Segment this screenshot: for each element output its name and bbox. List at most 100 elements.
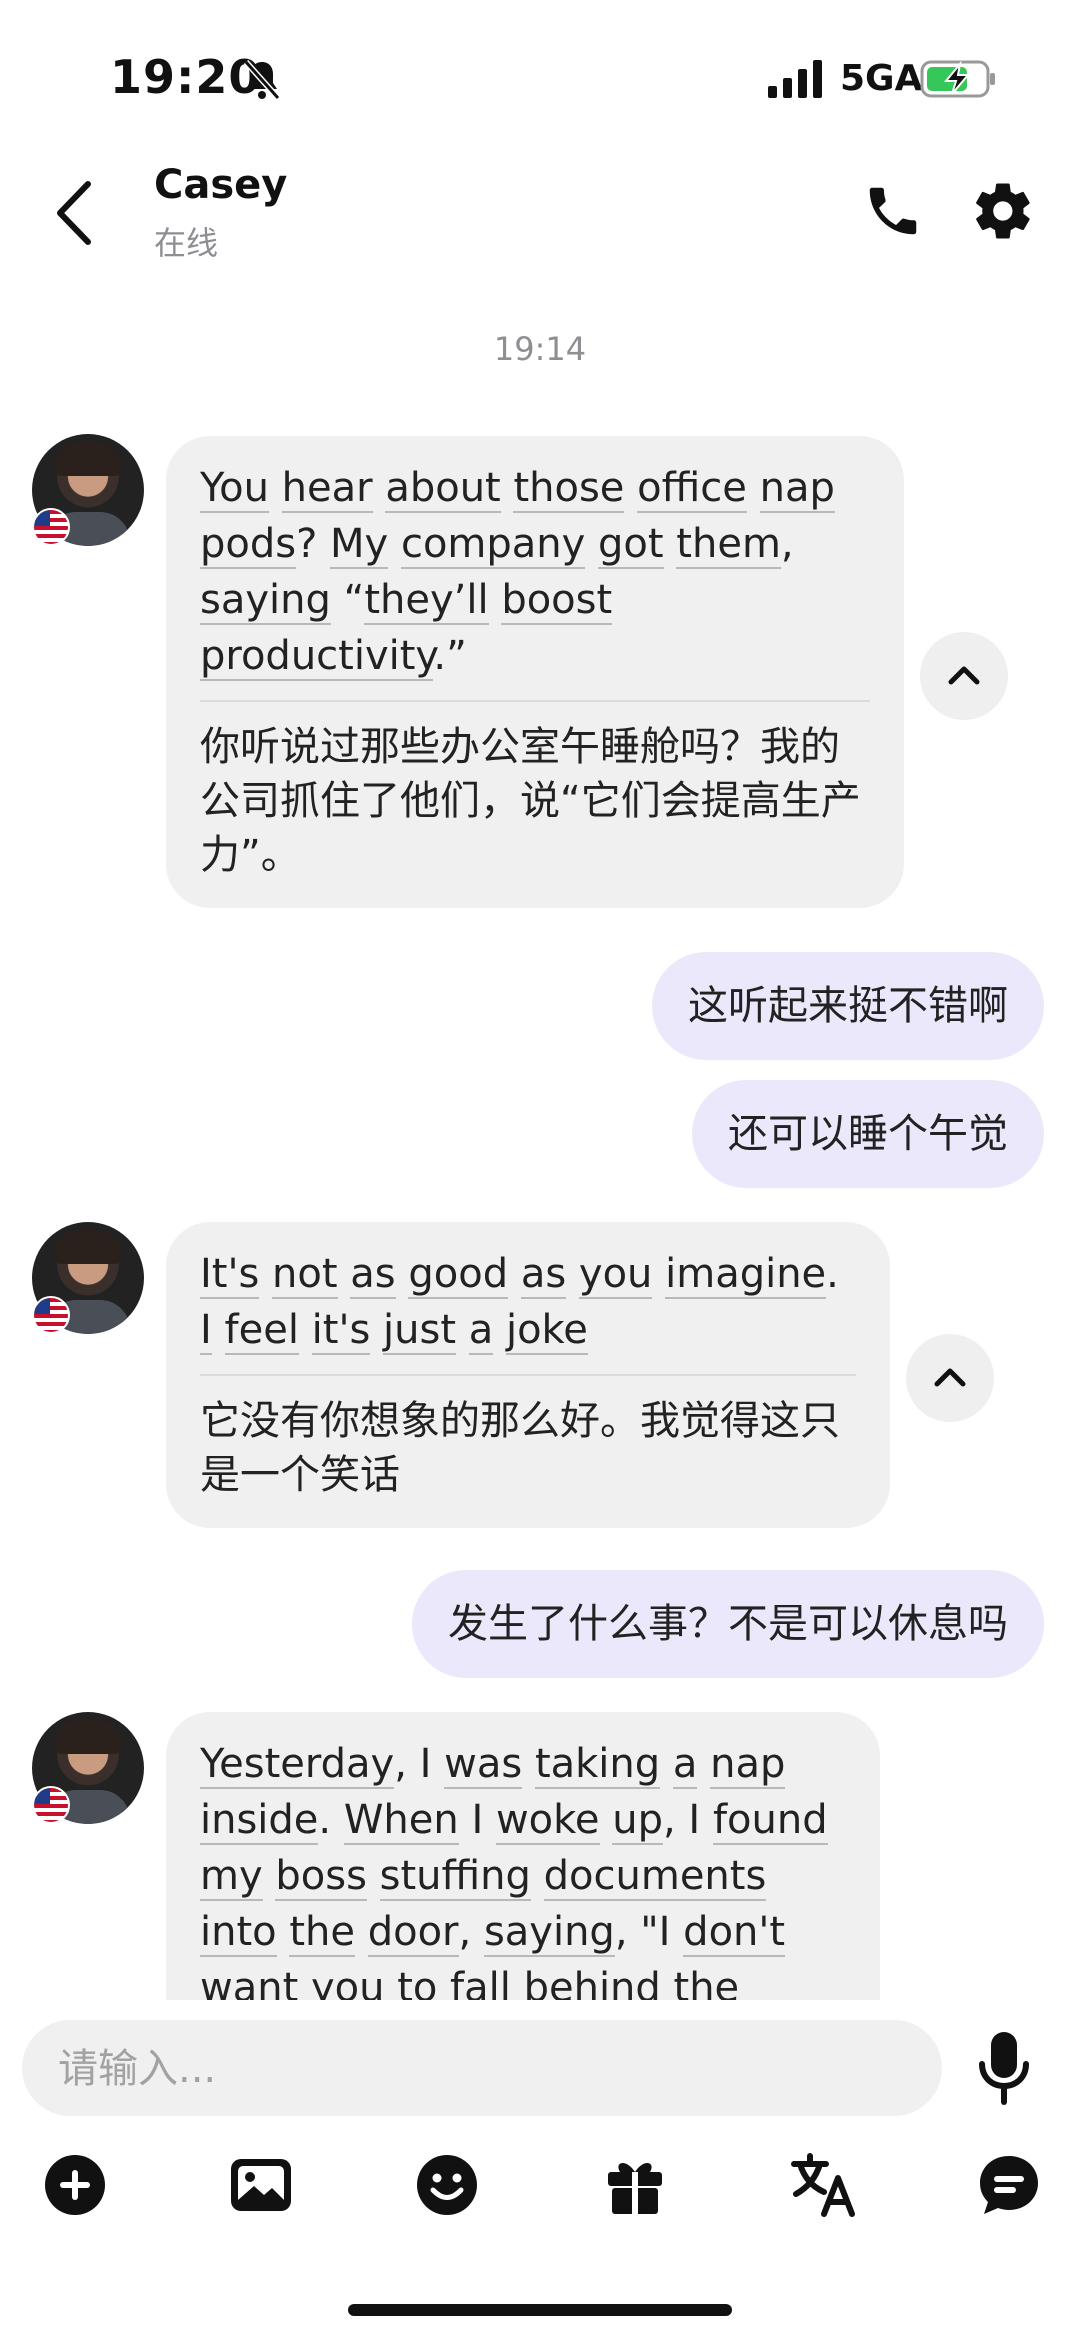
vocab-word[interactable]: my: [200, 1853, 263, 1901]
translation-divider: [200, 700, 870, 702]
emoji-icon[interactable]: [412, 2150, 482, 2220]
vocab-word[interactable]: it's: [311, 1307, 371, 1355]
message-input[interactable]: [56, 2020, 920, 2118]
vocab-word[interactable]: stuffing: [379, 1853, 531, 1901]
vocab-word[interactable]: as: [350, 1251, 396, 1299]
vocab-word[interactable]: When: [343, 1797, 459, 1845]
text-fragment: [338, 1251, 351, 1297]
vocab-word[interactable]: boost: [501, 577, 613, 625]
text-fragment: “: [330, 577, 365, 623]
text-fragment: [531, 1853, 544, 1899]
english-line: inside. When I woke up, I found: [200, 1792, 846, 1848]
text-fragment: [697, 1741, 710, 1787]
outgoing-message-bubble[interactable]: 发生了什么事？不是可以休息吗: [412, 1570, 1044, 1678]
vocab-word[interactable]: taking: [534, 1741, 661, 1789]
vocab-word[interactable]: up: [612, 1797, 663, 1845]
vocab-word[interactable]: into: [200, 1909, 277, 1957]
vocab-word[interactable]: nap: [710, 1741, 786, 1789]
gift-icon[interactable]: [600, 2150, 670, 2220]
image-icon[interactable]: [226, 2150, 296, 2220]
vocab-word[interactable]: documents: [543, 1853, 767, 1901]
vocab-word[interactable]: just: [383, 1307, 457, 1355]
add-icon[interactable]: [40, 2150, 110, 2220]
text-fragment: [600, 1797, 613, 1843]
vocab-word[interactable]: not: [272, 1251, 338, 1299]
home-indicator: [348, 2304, 732, 2316]
vocab-word[interactable]: productivity: [200, 633, 434, 681]
text-fragment: [489, 577, 502, 623]
vocab-word[interactable]: My: [330, 521, 389, 569]
contact-name[interactable]: Casey: [154, 162, 287, 208]
vocab-word[interactable]: hear: [281, 465, 373, 513]
vocab-word[interactable]: as: [520, 1251, 567, 1299]
vocab-word[interactable]: the: [289, 1909, 355, 1957]
vocab-word[interactable]: door: [367, 1909, 459, 1957]
vocab-word[interactable]: inside: [200, 1797, 319, 1845]
us-flag-icon: [32, 1786, 70, 1824]
message-timestamp: 19:14: [493, 330, 587, 368]
vocab-word[interactable]: office: [637, 465, 747, 513]
text-fragment: [652, 1251, 665, 1297]
text-fragment: [664, 521, 677, 567]
text-fragment: [456, 1307, 469, 1353]
translate-icon[interactable]: [788, 2150, 858, 2220]
vocab-word[interactable]: saying: [483, 1909, 615, 1957]
chevron-up-icon: [934, 1368, 966, 1387]
contact-status: 在线: [154, 224, 219, 262]
text-fragment: [212, 1307, 225, 1353]
vocab-word[interactable]: woke: [495, 1797, 600, 1845]
vocab-word[interactable]: them: [676, 521, 781, 569]
vocab-word[interactable]: you: [578, 1251, 653, 1299]
signal-icon: [768, 60, 822, 98]
vocab-word[interactable]: saying: [200, 577, 331, 625]
vocab-word[interactable]: company: [400, 521, 586, 569]
vocab-word[interactable]: got: [598, 521, 664, 569]
vocab-word[interactable]: a: [468, 1307, 494, 1355]
text-fragment: [522, 1741, 535, 1787]
vocab-word[interactable]: good: [408, 1251, 509, 1299]
text-fragment: [747, 465, 760, 511]
vocab-word[interactable]: It's: [200, 1251, 260, 1299]
incoming-message-bubble[interactable]: It's not as good as you imagine. I feel i…: [166, 1222, 890, 1528]
english-line: saying “they’ll boost: [200, 572, 870, 628]
vocab-word[interactable]: about: [385, 465, 501, 513]
collapse-translation-button[interactable]: [920, 632, 1008, 720]
gear-icon[interactable]: [970, 178, 1036, 244]
vocab-word[interactable]: imagine: [665, 1251, 827, 1299]
vocab-word[interactable]: a: [672, 1741, 698, 1789]
message-input-container[interactable]: [22, 2020, 942, 2118]
text-fragment: [367, 1853, 380, 1899]
text-fragment: I: [458, 1797, 496, 1843]
incoming-message-bubble[interactable]: You hear about those office nap pods? My …: [166, 436, 904, 908]
vocab-word[interactable]: was: [444, 1741, 523, 1789]
chat-header: Casey 在线: [0, 150, 1080, 280]
outgoing-message-bubble[interactable]: 这听起来挺不错啊: [652, 952, 1044, 1060]
vocab-word[interactable]: I: [200, 1307, 212, 1355]
text-fragment: [388, 521, 401, 567]
message-translation-text: 你听说过那些办公室午睡舱吗？我的公司抓住了他们，说“它们会提高生产力”。: [200, 724, 861, 878]
vocab-word[interactable]: found: [712, 1797, 828, 1845]
vocab-word[interactable]: they’ll: [364, 577, 489, 625]
vocab-word[interactable]: feel: [224, 1307, 299, 1355]
chat-bubble-icon[interactable]: [974, 2150, 1044, 2220]
english-line: It's not as good as you imagine.: [200, 1246, 856, 1302]
text-fragment: want you to fall behind the: [200, 1965, 740, 2002]
phone-icon[interactable]: [862, 180, 924, 242]
vocab-word[interactable]: joke: [505, 1307, 588, 1355]
english-line: Yesterday, I was taking a nap: [200, 1736, 846, 1792]
bell-muted-icon: [243, 60, 281, 100]
microphone-icon[interactable]: [976, 2030, 1032, 2106]
text-fragment: [624, 465, 637, 511]
outgoing-message-bubble[interactable]: 还可以睡个午觉: [692, 1080, 1044, 1188]
vocab-word[interactable]: Yesterday: [200, 1741, 395, 1789]
incoming-message-bubble[interactable]: Yesterday, I was taking a nap inside. Whe…: [166, 1712, 880, 2002]
vocab-word[interactable]: pods: [200, 521, 297, 569]
vocab-word[interactable]: nap: [759, 465, 835, 513]
vocab-word[interactable]: boss: [275, 1853, 367, 1901]
vocab-word[interactable]: don't: [683, 1909, 786, 1957]
vocab-word[interactable]: those: [513, 465, 625, 513]
back-icon[interactable]: [52, 178, 96, 248]
text-fragment: , I: [662, 1797, 713, 1843]
collapse-translation-button[interactable]: [906, 1334, 994, 1422]
vocab-word[interactable]: You: [200, 465, 269, 513]
